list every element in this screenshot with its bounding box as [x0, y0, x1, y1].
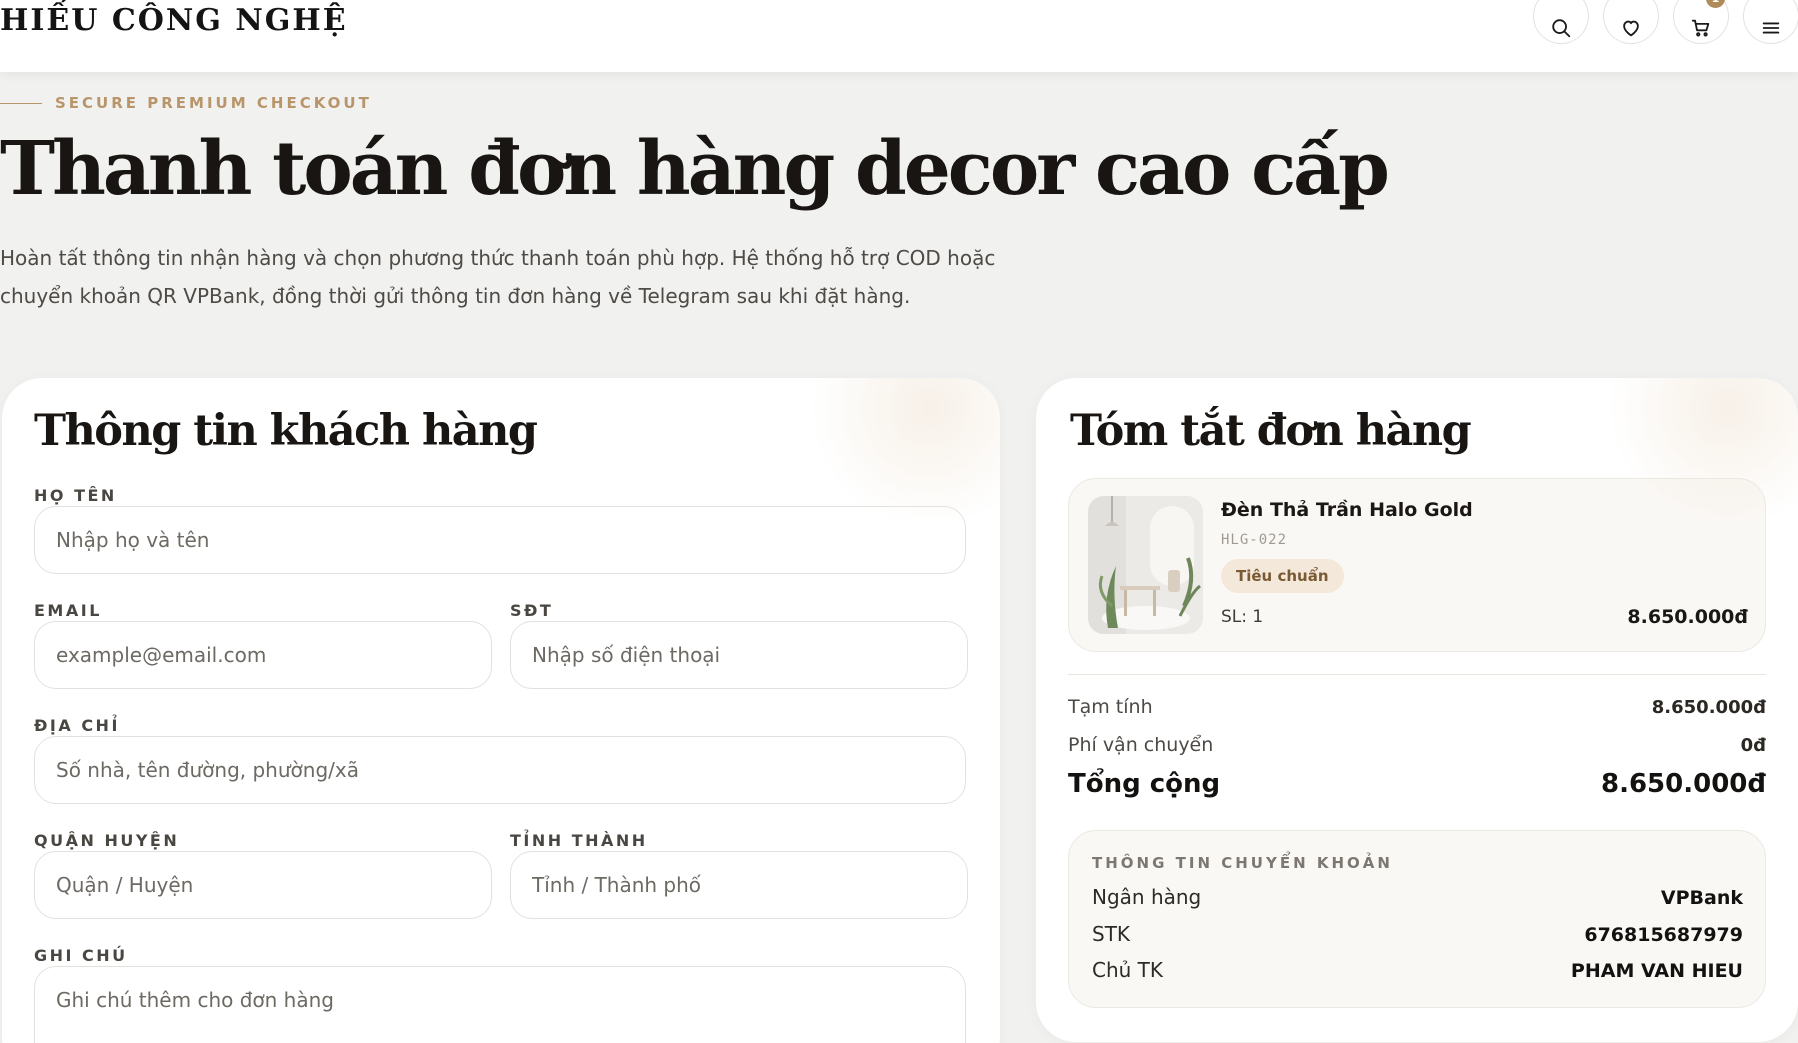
- cart-icon: [1691, 19, 1710, 37]
- product-thumbnail[interactable]: [1088, 496, 1203, 634]
- product-name[interactable]: Đèn Thả Trần Halo Gold: [1221, 499, 1473, 521]
- phone-field[interactable]: [510, 621, 968, 689]
- total-label: Tổng cộng: [1068, 769, 1221, 799]
- phone-label: SĐT: [510, 601, 554, 620]
- shipping-value: 0đ: [1740, 735, 1766, 756]
- cart-count-badge: 1: [1706, 0, 1725, 8]
- customer-info-title: Thông tin khách hàng: [34, 406, 538, 456]
- search-icon: [1552, 19, 1571, 38]
- subtotal-value: 8.650.000đ: [1651, 697, 1766, 718]
- total-value: 8.650.000đ: [1600, 769, 1766, 799]
- eyebrow-label: SECURE PREMIUM CHECKOUT: [55, 94, 372, 112]
- menu-icon: [1762, 22, 1780, 34]
- account-number-value[interactable]: 676815687979: [1584, 924, 1743, 946]
- product-price: 8.650.000đ: [1627, 606, 1748, 628]
- email-label: EMAIL: [34, 601, 102, 620]
- address-label: ĐỊA CHỈ: [34, 716, 120, 735]
- subtotal-row: Tạm tính 8.650.000đ: [1068, 696, 1766, 718]
- order-summary-title: Tóm tắt đơn hàng: [1070, 406, 1472, 456]
- eyebrow-divider: [0, 103, 42, 104]
- subtotal-label: Tạm tính: [1068, 696, 1153, 718]
- district-label: QUẬN HUYỆN: [34, 831, 180, 850]
- product-quantity: SL: 1: [1221, 607, 1264, 627]
- address-field[interactable]: [34, 736, 966, 804]
- fullname-label: HỌ TÊN: [34, 486, 117, 505]
- bank-name-row: Ngân hàng VPBank: [1092, 885, 1743, 909]
- city-field[interactable]: [510, 851, 968, 919]
- note-textarea[interactable]: [34, 966, 966, 1043]
- menu-button[interactable]: [1743, 0, 1798, 44]
- account-number-row: STK 676815687979: [1092, 922, 1743, 946]
- wishlist-button[interactable]: [1603, 0, 1659, 44]
- customer-info-card: Thông tin khách hàng HỌ TÊN EMAIL SĐT ĐỊ…: [2, 378, 1000, 1043]
- email-field[interactable]: [34, 621, 492, 689]
- brand-logo[interactable]: HIẾU CÔNG NGHỆ: [0, 3, 348, 38]
- cart-button[interactable]: 1: [1673, 0, 1729, 44]
- fullname-input[interactable]: [34, 506, 966, 574]
- top-bar: HIẾU CÔNG NGHỆ 1: [0, 0, 1798, 72]
- product-image: [1088, 496, 1203, 634]
- bank-transfer-title: THÔNG TIN CHUYỂN KHOẢN: [1092, 854, 1393, 872]
- account-owner-label: Chủ TK: [1092, 958, 1164, 982]
- bank-name-label: Ngân hàng: [1092, 885, 1202, 909]
- bank-name-value: VPBank: [1660, 887, 1743, 909]
- page-title: Thanh toán đơn hàng decor cao cấp: [0, 126, 1390, 212]
- shipping-label: Phí vận chuyển: [1068, 734, 1214, 756]
- account-owner-row: Chủ TK PHAM VAN HIEU: [1092, 958, 1743, 982]
- summary-divider: [1068, 674, 1766, 675]
- shipping-row: Phí vận chuyển 0đ: [1068, 734, 1766, 756]
- product-sku: HLG-022: [1221, 532, 1288, 548]
- heart-icon: [1623, 20, 1639, 37]
- district-field[interactable]: [34, 851, 492, 919]
- order-summary-card: Tóm tắt đơn hàng Đèn Thả Trần Halo Gold: [1036, 378, 1798, 1042]
- account-number-label: STK: [1092, 922, 1131, 946]
- search-button[interactable]: [1533, 0, 1589, 44]
- variant-badge: Tiêu chuẩn: [1221, 559, 1344, 593]
- city-label: TỈNH THÀNH: [510, 831, 648, 850]
- note-label: GHI CHÚ: [34, 946, 128, 965]
- page-description: Hoàn tất thông tin nhận hàng và chọn phư…: [0, 246, 996, 308]
- bank-transfer-info: THÔNG TIN CHUYỂN KHOẢN Ngân hàng VPBank …: [1068, 830, 1766, 1008]
- cart-item: Đèn Thả Trần Halo Gold HLG-022 Tiêu chuẩ…: [1068, 478, 1766, 652]
- total-row: Tổng cộng 8.650.000đ: [1068, 769, 1766, 799]
- account-owner-value: PHAM VAN HIEU: [1570, 960, 1743, 982]
